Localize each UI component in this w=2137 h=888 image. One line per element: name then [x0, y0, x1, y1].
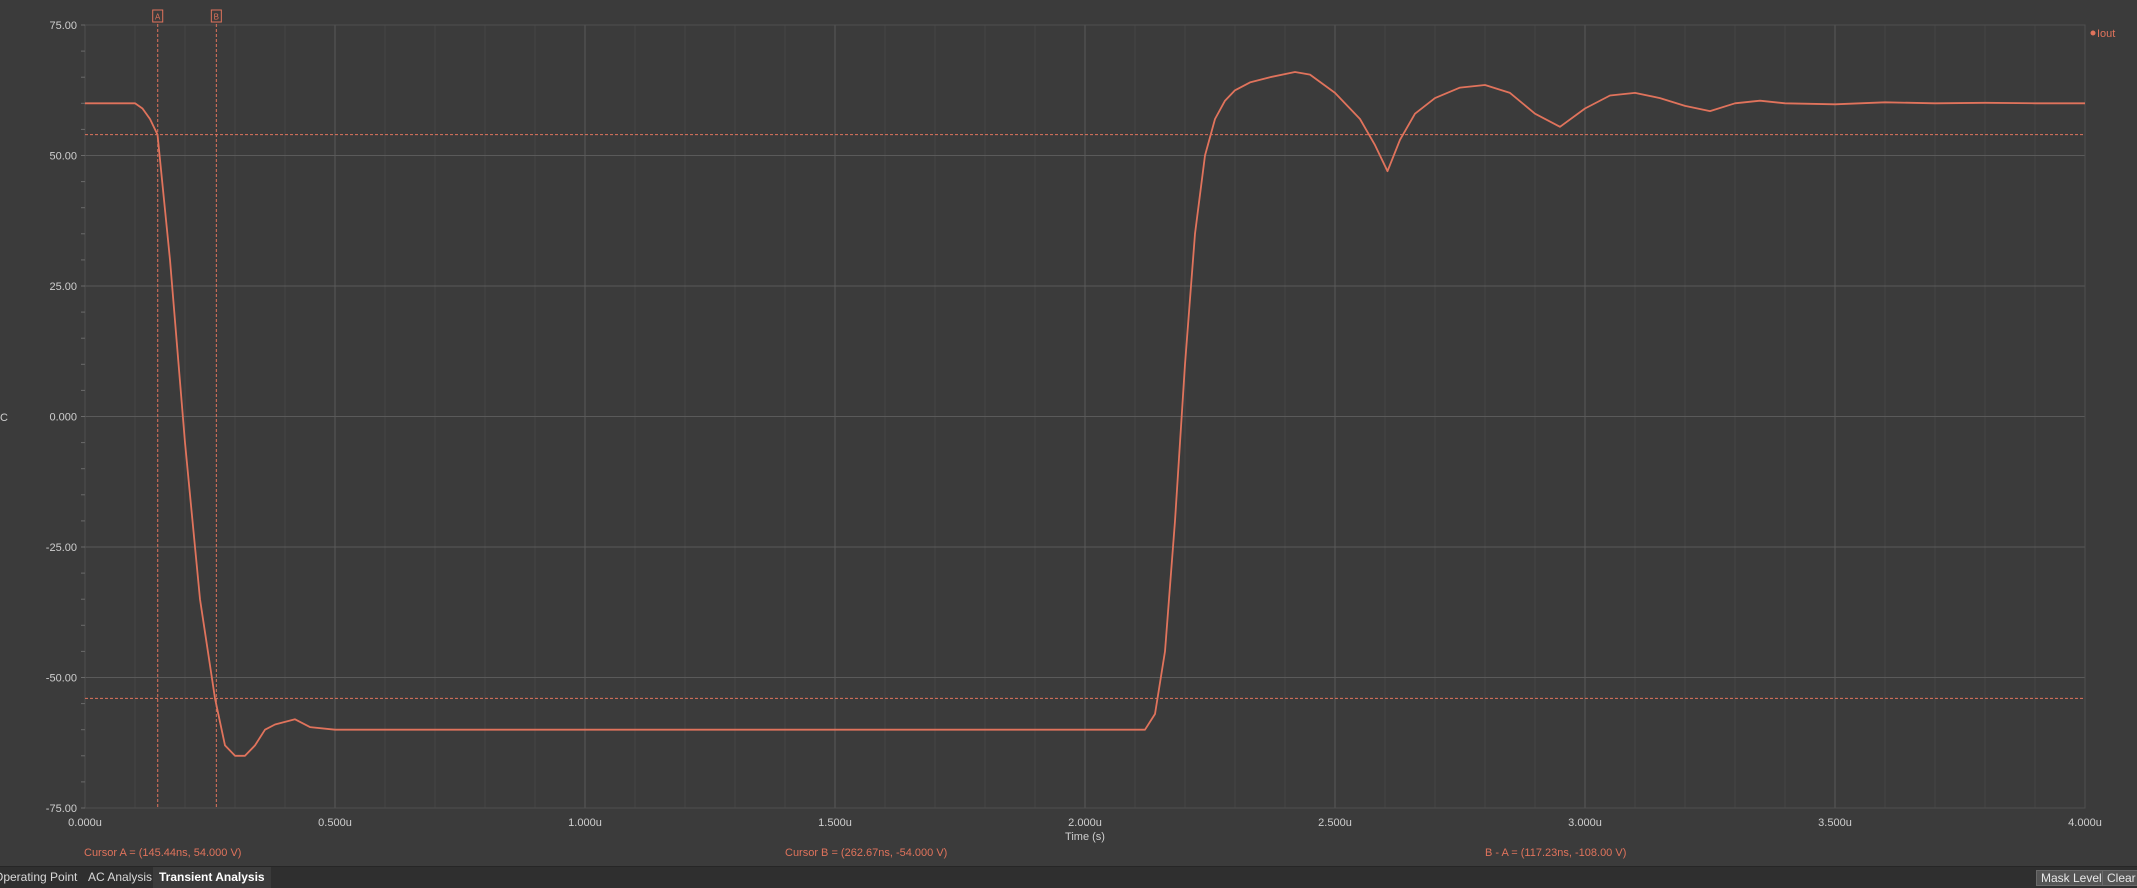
cursor-diff-readout: B - A = (117.23ns, -108.00 V): [1485, 847, 1626, 859]
legend: Iout: [2090, 28, 2115, 40]
x-tick-label: 0.000u: [68, 817, 102, 829]
x-tick-label: 2.000u: [1068, 817, 1102, 829]
cursor-b-readout: Cursor B = (262.67ns, -54.000 V): [785, 847, 947, 859]
y-tick-label: -75.00: [46, 803, 77, 815]
x-axis-title: Time (s): [1065, 831, 1105, 843]
cursor-a-handle-label: A: [155, 13, 161, 22]
x-tick-label: 3.000u: [1568, 817, 1602, 829]
x-tick-label: 0.500u: [318, 817, 352, 829]
x-tick-label: 1.500u: [818, 817, 852, 829]
cursor-readouts: Cursor A = (145.44ns, 54.000 V) Cursor B…: [84, 847, 1626, 859]
waveform-plot[interactable]: C 0.000u 0.500u 1.000u 1.500u 2.000u 2.500u 3.…: [0, 0, 2137, 860]
clear-button[interactable]: Clear: [2102, 870, 2137, 886]
y-tick-label: 25.00: [49, 281, 77, 293]
legend-swatch-iout: [2090, 30, 2096, 36]
y-axis-marker: C: [0, 412, 8, 424]
tab-ac-analysis[interactable]: AC Analysis: [82, 867, 158, 888]
y-tick-label: -25.00: [46, 542, 77, 554]
y-tick-label: 50.00: [49, 151, 77, 163]
grid: [84, 24, 2086, 809]
tab-operating-point[interactable]: Operating Point: [0, 867, 83, 888]
y-tick-label: -50.00: [46, 673, 77, 685]
tab-transient-analysis[interactable]: Transient Analysis: [153, 867, 271, 888]
tick-labels: 0.000u 0.500u 1.000u 1.500u 2.000u 2.500u 3.00…: [46, 20, 2102, 843]
analysis-tab-bar: Operating Point AC Analysis Transient An…: [0, 866, 2137, 888]
cursor-b-handle-label: B: [214, 13, 219, 22]
mask-level-button[interactable]: Mask Level: [2036, 870, 2107, 886]
cursor-a-readout: Cursor A = (145.44ns, 54.000 V): [84, 847, 241, 859]
x-tick-label: 1.000u: [568, 817, 602, 829]
transient-analysis-window: C 0.000u 0.500u 1.000u 1.500u 2.000u 2.500u 3.…: [0, 0, 2137, 888]
y-tick-label: 75.00: [49, 20, 77, 32]
x-tick-label: 2.500u: [1318, 817, 1352, 829]
legend-label-iout: Iout: [2097, 28, 2115, 40]
x-tick-label: 3.500u: [1818, 817, 1852, 829]
x-tick-label: 4.000u: [2068, 817, 2102, 829]
y-tick-label: 0.000: [49, 412, 77, 424]
